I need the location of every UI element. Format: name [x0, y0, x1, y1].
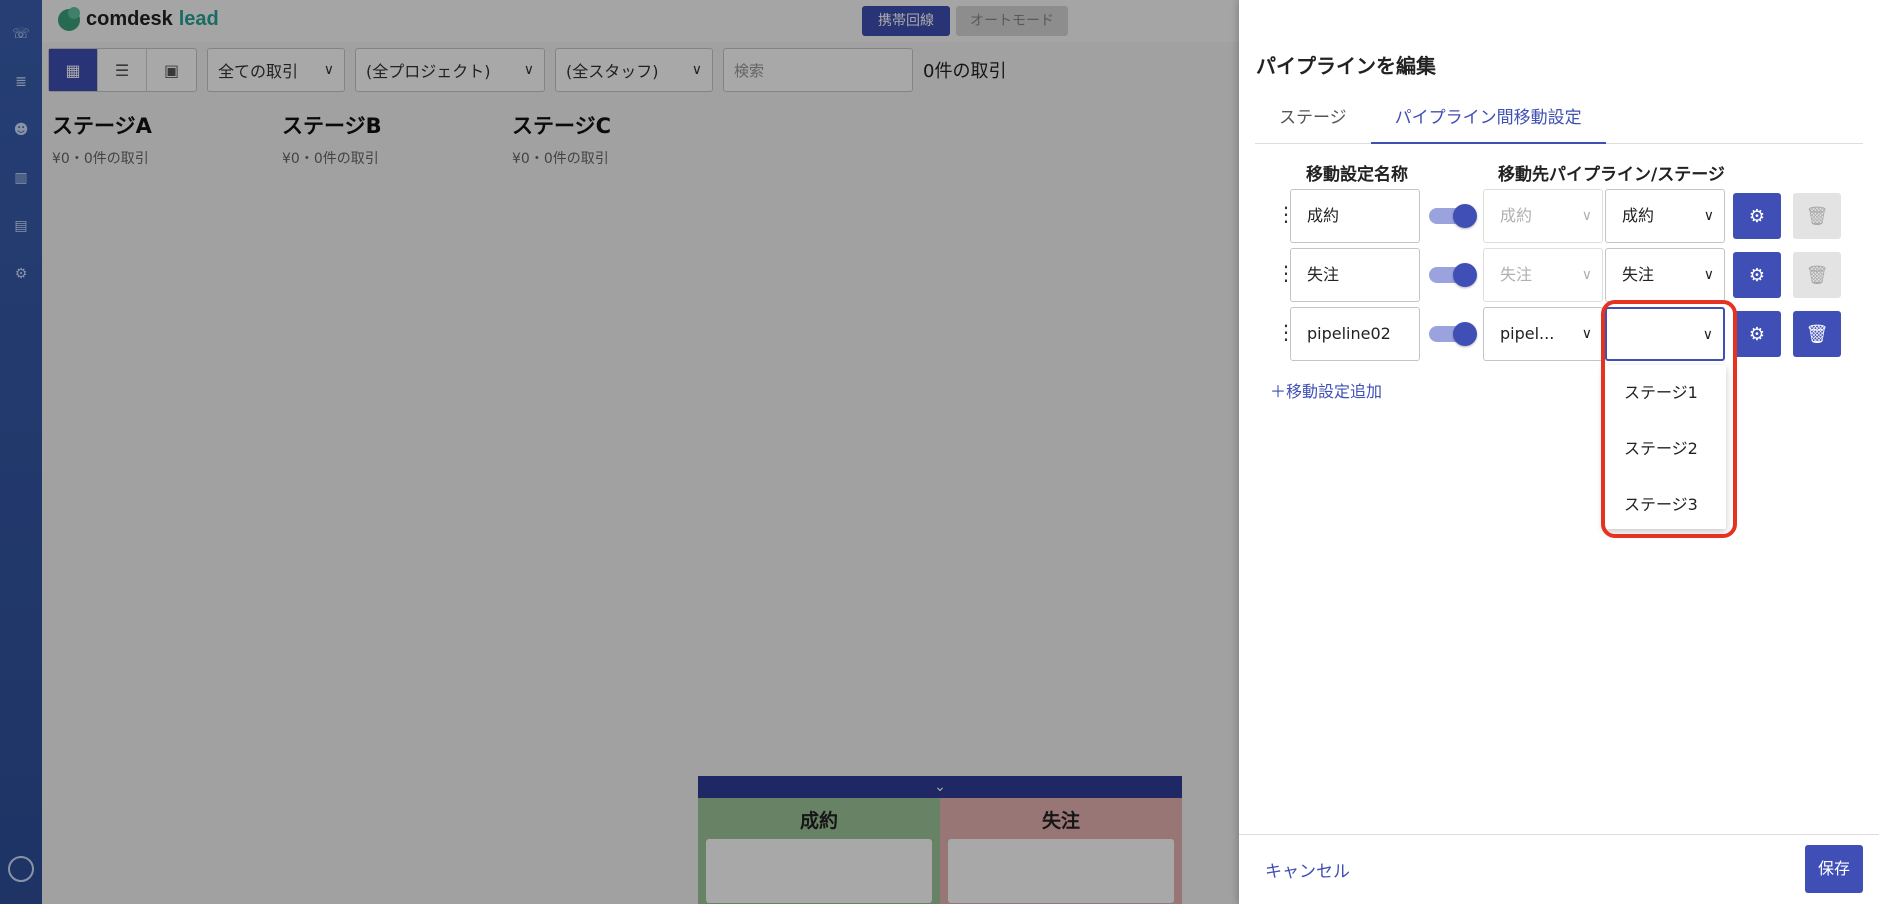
setting-name-field[interactable]: 成約 [1290, 189, 1420, 243]
move-setting-row: ⋮ pipeline02 pipel... ∨ ∨ ⚙ 🗑 [1239, 307, 1879, 361]
add-move-setting-link[interactable]: ＋移動設定追加 [1270, 378, 1382, 402]
chevron-down-icon: ∨ [1703, 267, 1714, 283]
highlight-annotation [1601, 300, 1737, 538]
column-header-name: 移動設定名称 [1306, 165, 1408, 185]
stage-select[interactable]: 失注 ∨ [1605, 248, 1725, 302]
pipeline-select-value: pipel... [1500, 324, 1555, 343]
settings-button[interactable]: ⚙ [1733, 193, 1781, 239]
stage-select[interactable]: 成約 ∨ [1605, 189, 1725, 243]
settings-button[interactable]: ⚙ [1733, 252, 1781, 298]
delete-button[interactable]: 🗑 [1793, 311, 1841, 357]
chevron-down-icon: ∨ [1581, 208, 1592, 224]
save-button[interactable]: 保存 [1805, 845, 1863, 893]
chevron-down-icon: ∨ [1703, 208, 1714, 224]
pipeline-select-value: 失注 [1500, 265, 1533, 284]
drawer-tabs: ステージ パイプライン間移動設定 [1255, 96, 1863, 144]
modal-backdrop[interactable] [0, 0, 1239, 904]
move-setting-row: ⋮ 失注 失注 ∨ 失注 ∨ ⚙ 🗑 [1239, 248, 1879, 302]
pipeline-select: 成約 ∨ [1483, 189, 1603, 243]
settings-button[interactable]: ⚙ [1733, 311, 1781, 357]
pipeline-select-value: 成約 [1500, 206, 1533, 225]
pipeline-select[interactable]: pipel... ∨ [1483, 307, 1603, 361]
add-move-setting-label: 移動設定追加 [1286, 382, 1383, 401]
setting-name-field[interactable]: 失注 [1290, 248, 1420, 302]
edit-pipeline-drawer: パイプラインを編集 ステージ パイプライン間移動設定 移動設定名称 移動先パイプ… [1239, 0, 1879, 904]
tab-pipeline-move-settings[interactable]: パイプライン間移動設定 [1370, 96, 1606, 144]
chevron-down-icon: ∨ [1581, 326, 1592, 342]
trash-icon: 🗑 [1805, 205, 1829, 227]
delete-button: 🗑 [1793, 252, 1841, 298]
enable-toggle[interactable] [1429, 204, 1477, 228]
tab-stages[interactable]: ステージ [1255, 96, 1371, 144]
drawer-title: パイプラインを編集 [1256, 54, 1436, 78]
delete-button: 🗑 [1793, 193, 1841, 239]
trash-icon: 🗑 [1805, 323, 1829, 345]
enable-toggle[interactable] [1429, 322, 1477, 346]
trash-icon: 🗑 [1805, 264, 1829, 286]
gear-icon: ⚙ [1748, 264, 1766, 286]
drawer-footer: キャンセル 保存 [1239, 834, 1879, 904]
setting-name-field[interactable]: pipeline02 [1290, 307, 1420, 361]
chevron-down-icon: ∨ [1581, 267, 1592, 283]
gear-icon: ⚙ [1748, 205, 1766, 227]
column-header-destination: 移動先パイプライン/ステージ [1498, 165, 1725, 185]
enable-toggle[interactable] [1429, 263, 1477, 287]
move-setting-row: ⋮ 成約 成約 ∨ 成約 ∨ ⚙ 🗑 [1239, 189, 1879, 243]
stage-select-value: 成約 [1622, 206, 1655, 225]
stage-select-value: 失注 [1622, 265, 1655, 284]
cancel-button[interactable]: キャンセル [1265, 857, 1350, 882]
plus-icon: ＋ [1270, 382, 1287, 401]
pipeline-select: 失注 ∨ [1483, 248, 1603, 302]
gear-icon: ⚙ [1748, 323, 1766, 345]
